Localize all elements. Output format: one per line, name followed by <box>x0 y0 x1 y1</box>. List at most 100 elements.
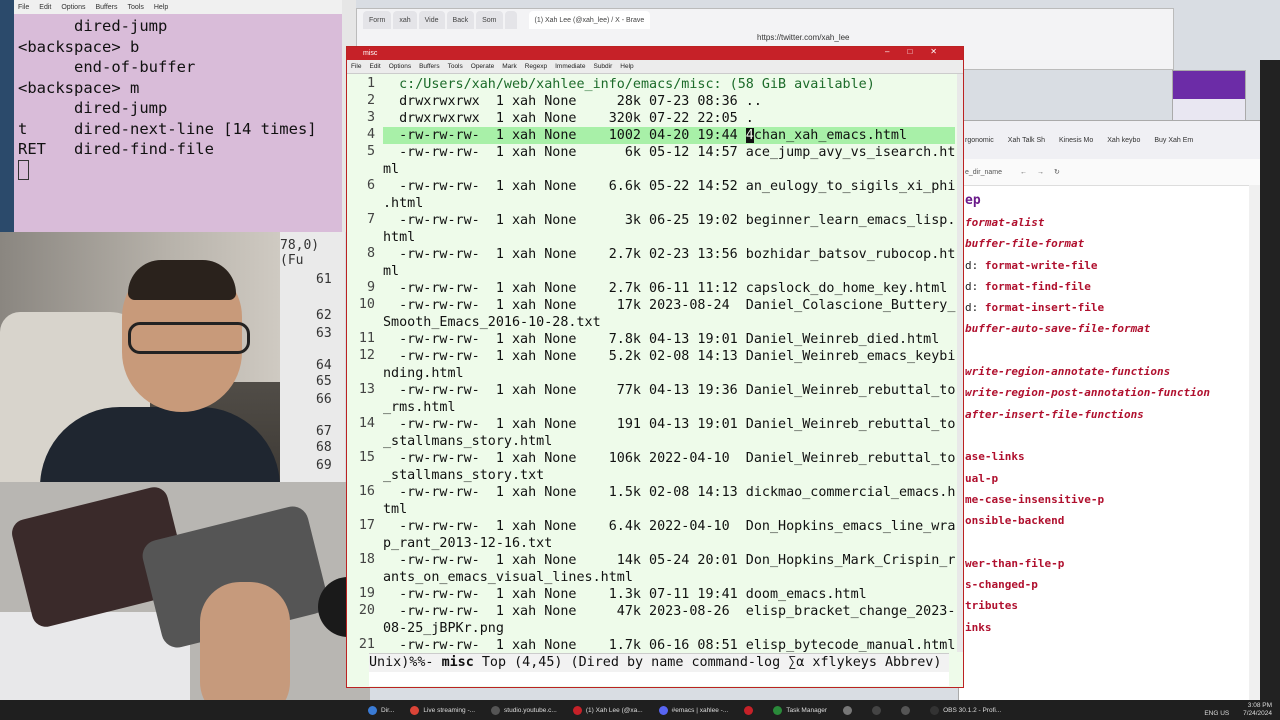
function-entry[interactable]: ual-p <box>965 468 1255 489</box>
emacs-menu-item[interactable]: Options <box>389 63 411 70</box>
function-name-link[interactable]: buffer-auto-save-file-format <box>965 322 1150 335</box>
firefox-tab[interactable]: Xah Talk Sh <box>1008 137 1045 144</box>
dired-buffer[interactable]: 1 c:/Users/xah/web/xahlee_info/emacs/mis… <box>347 74 963 652</box>
dired-file-row[interactable]: 08-25_jBPKr.png <box>383 620 955 637</box>
function-name-link[interactable]: write-region-annotate-functions <box>965 365 1170 378</box>
emacs-menu-item[interactable]: Help <box>620 63 633 70</box>
minibuffer[interactable] <box>369 672 949 686</box>
emacs-menu-item[interactable]: Tools <box>448 63 463 70</box>
dired-file-row[interactable]: -rw-rw-rw- 1 xah None 2.7k 02-23 13:56 b… <box>383 246 955 263</box>
dired-file-row[interactable]: -rw-rw-rw- 1 xah None 2.7k 06-11 11:12 c… <box>383 280 955 297</box>
taskbar-item[interactable]: Dir... <box>360 700 402 720</box>
dired-file-row[interactable]: -rw-rw-rw- 1 xah None 6k 05-12 14:57 ace… <box>383 144 955 161</box>
browser-tab[interactable] <box>504 11 517 29</box>
function-entry[interactable]: d: format-write-file <box>965 255 1255 276</box>
dired-file-row[interactable]: -rw-rw-rw- 1 xah None 47k 2023-08-26 eli… <box>383 603 955 620</box>
firefox-tab[interactable]: Buy Xah Em <box>1154 137 1193 144</box>
taskbar-item[interactable] <box>736 700 765 720</box>
firefox-tab[interactable]: Xah keybo <box>1107 137 1140 144</box>
function-entry[interactable]: after-insert-file-functions <box>965 404 1255 425</box>
function-name-link[interactable]: me-case-insensitive-p <box>965 493 1104 506</box>
browser-tab[interactable]: Back <box>446 11 475 29</box>
function-name-link[interactable]: format-find-file <box>985 280 1091 293</box>
keylog-menu-item[interactable]: Help <box>154 4 168 11</box>
dired-file-row[interactable]: html <box>383 229 955 246</box>
browser-tab[interactable]: (1) Xah Lee (@xah_lee) / X - Brave <box>528 11 651 29</box>
taskbar-item[interactable]: Live streaming -... <box>402 700 483 720</box>
taskbar-item[interactable]: (1) Xah Lee (@xa... <box>565 700 651 720</box>
dired-file-row[interactable]: ml <box>383 161 955 178</box>
emacs-menu-item[interactable]: File <box>351 63 361 70</box>
dired-file-row[interactable]: -rw-rw-rw- 1 xah None 1.7k 06-16 08:51 e… <box>383 637 955 652</box>
function-entry[interactable] <box>965 340 1255 361</box>
dired-file-row[interactable]: ml <box>383 263 955 280</box>
function-entry[interactable] <box>965 531 1255 552</box>
browser-tab[interactable]: Vide <box>418 11 445 29</box>
function-name-link[interactable]: after-insert-file-functions <box>965 408 1144 421</box>
taskbar-clock[interactable]: ENG US 3:08 PM 7/24/2024 <box>1204 702 1272 718</box>
emacs-menu-item[interactable]: Operate <box>471 63 495 70</box>
dired-file-row[interactable]: drwxrwxrwx 1 xah None 320k 07-22 22:05 . <box>383 110 955 127</box>
dired-file-row[interactable]: _stallmans_story.txt <box>383 467 955 484</box>
function-entry[interactable]: buffer-auto-save-file-format <box>965 318 1255 339</box>
taskbar-item[interactable]: #emacs | xahlee -... <box>651 700 737 720</box>
function-entry[interactable]: write-region-post-annotation-function <box>965 382 1255 403</box>
dired-file-row[interactable]: -rw-rw-rw- 1 xah None 1.3k 07-11 19:41 d… <box>383 586 955 603</box>
function-entry[interactable]: s-changed-p <box>965 574 1255 595</box>
dired-file-row[interactable]: .html <box>383 195 955 212</box>
taskbar-item[interactable]: studio.youtube.c... <box>483 700 565 720</box>
function-name-link[interactable]: format-alist <box>965 216 1044 229</box>
emacs-menu-item[interactable]: Edit <box>369 63 380 70</box>
firefox-tab[interactable]: Kinesis Mo <box>1059 137 1093 144</box>
dired-header[interactable]: c:/Users/xah/web/xahlee_info/emacs/misc:… <box>383 76 955 93</box>
emacs-menu-item[interactable]: Mark <box>502 63 516 70</box>
browser-tab[interactable]: xah <box>393 11 417 29</box>
dired-file-row[interactable]: drwxrwxrwx 1 xah None 28k 07-23 08:36 .. <box>383 93 955 110</box>
emacs-menu-item[interactable]: Immediate <box>555 63 585 70</box>
function-name-link[interactable]: inks <box>965 621 992 634</box>
function-name-link[interactable]: onsible-backend <box>965 514 1064 527</box>
emacs-menu-item[interactable]: Subdir <box>593 63 612 70</box>
url-bar[interactable]: https://twitter.com/xah_lee <box>757 33 850 42</box>
taskbar-item[interactable]: OBS 30.1.2 - Profi... <box>922 700 1009 720</box>
taskbar-item[interactable] <box>835 700 864 720</box>
keylog-menu-item[interactable]: File <box>18 4 29 11</box>
function-entry[interactable]: inks <box>965 617 1255 638</box>
dired-file-row[interactable]: -rw-rw-rw- 1 xah None 7.8k 04-13 19:01 D… <box>383 331 955 348</box>
function-entry[interactable]: d: format-find-file <box>965 276 1255 297</box>
function-name-link[interactable]: ase-links <box>965 450 1025 463</box>
dired-file-row[interactable]: -rw-rw-rw- 1 xah None 17k 2023-08-24 Dan… <box>383 297 955 314</box>
dired-file-row[interactable]: -rw-rw-rw- 1 xah None 6.4k 2022-04-10 Do… <box>383 518 955 535</box>
forward-icon[interactable]: → <box>1037 169 1044 176</box>
function-entry[interactable]: wer-than-file-p <box>965 553 1255 574</box>
function-entry[interactable]: write-region-annotate-functions <box>965 361 1255 382</box>
dired-file-row[interactable]: -rw-rw-rw- 1 xah None 77k 04-13 19:36 Da… <box>383 382 955 399</box>
function-name-link[interactable]: format-write-file <box>985 259 1098 272</box>
keylog-menu-item[interactable]: Buffers <box>95 4 117 11</box>
function-entry[interactable]: buffer-file-format <box>965 233 1255 254</box>
function-name-link[interactable]: buffer-file-format <box>965 237 1084 250</box>
function-entry[interactable]: tributes <box>965 595 1255 616</box>
file-name[interactable]: chan_xah_emacs.html <box>754 128 907 143</box>
keylog-menu-item[interactable]: Options <box>61 4 85 11</box>
dired-file-row[interactable]: -rw-rw-rw- 1 xah None 106k 2022-04-10 Da… <box>383 450 955 467</box>
firefox-tab[interactable]: rgonomic <box>965 137 994 144</box>
dired-file-row[interactable]: tml <box>383 501 955 518</box>
dired-file-row[interactable]: _stallmans_story.html <box>383 433 955 450</box>
function-entry[interactable]: me-case-insensitive-p <box>965 489 1255 510</box>
dired-file-row[interactable]: -rw-rw-rw- 1 xah None 14k 05-24 20:01 Do… <box>383 552 955 569</box>
emacs-dired-window[interactable]: misc –□✕ File Edit Options Buffers Tools Oper… <box>346 46 964 688</box>
function-name-link[interactable]: s-changed-p <box>965 578 1038 591</box>
function-name-link[interactable]: ual-p <box>965 472 998 485</box>
function-entry[interactable]: format-alist <box>965 212 1255 233</box>
taskbar-item[interactable] <box>864 700 893 720</box>
dired-file-row[interactable]: -rw-rw-rw- 1 xah None 191 04-13 19:01 Da… <box>383 416 955 433</box>
function-entry[interactable]: onsible-backend <box>965 510 1255 531</box>
dired-file-row[interactable]: Smooth_Emacs_2016-10-28.txt <box>383 314 955 331</box>
dired-file-row[interactable]: nding.html <box>383 365 955 382</box>
back-icon[interactable]: ← <box>1020 169 1027 176</box>
taskbar-item[interactable] <box>893 700 922 720</box>
dired-file-row[interactable]: -rw-rw-rw- 1 xah None 3k 06-25 19:02 beg… <box>383 212 955 229</box>
function-name-link[interactable]: write-region-post-annotation-function <box>965 386 1210 399</box>
function-name-link[interactable]: wer-than-file-p <box>965 557 1064 570</box>
